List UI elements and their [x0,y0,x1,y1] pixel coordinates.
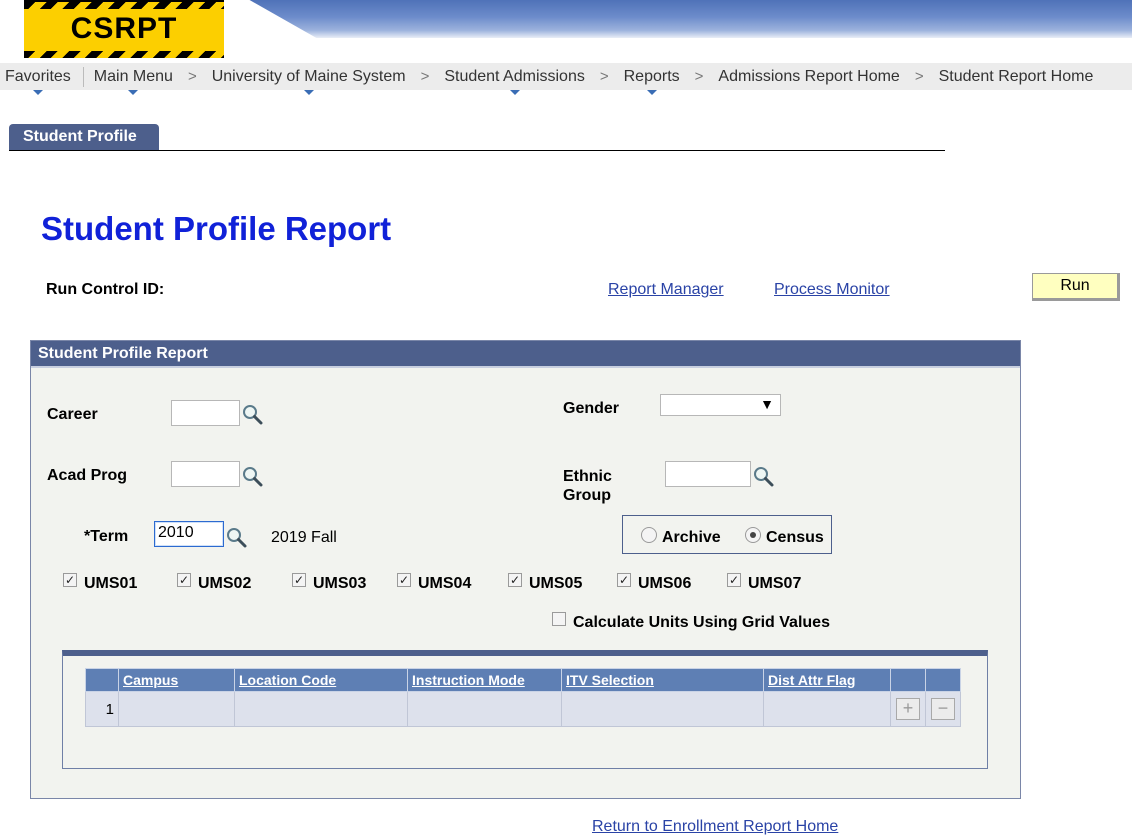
grid-header-instruction-mode[interactable]: Instruction Mode [407,668,562,692]
acad-prog-label: Acad Prog [47,467,128,484]
process-monitor-link[interactable]: Process Monitor [774,281,890,299]
gender-label: Gender [563,400,620,417]
hazard-stripe-bottom [24,51,224,58]
magnifier-icon[interactable] [226,527,248,549]
grid-header-campus[interactable]: Campus [118,668,235,692]
tab-student-profile[interactable]: Student Profile [9,124,159,151]
term-label: *Term [84,528,129,545]
breadcrumb-divider [82,66,84,87]
magnifier-icon[interactable] [242,404,264,426]
ums05-checkbox[interactable]: ✓ [508,573,522,587]
breadcrumb-student-report-home[interactable]: Student Report Home [939,68,1094,86]
grid-header-itv-selection[interactable]: ITV Selection [561,668,764,692]
breadcrumb-main-menu[interactable]: Main Menu [93,67,173,95]
breadcrumb-separator: > [187,68,197,85]
breadcrumb-label: University of Maine System [211,67,406,85]
ums03-checkbox[interactable]: ✓ [292,573,306,587]
grid-header-delete [925,668,961,692]
acad-prog-input[interactable] [171,461,240,487]
ums05-label: UMS05 [529,575,583,592]
breadcrumb-label: Student Admissions [444,67,585,85]
grid-cell-itv[interactable] [561,691,764,727]
plus-icon[interactable]: + [896,698,920,720]
ums06-label: UMS06 [638,575,692,592]
grid-cell-dist[interactable] [763,691,891,727]
ethnic-group-label: Ethnic Group [563,467,612,505]
return-enrollment-report-link[interactable]: Return to Enrollment Report Home [592,818,838,836]
chevron-down-icon [509,89,520,95]
ums07-label: UMS07 [748,575,802,592]
breadcrumb-label: Student Report Home [938,67,1094,85]
grid-cell-delete: − [925,691,961,727]
gender-select[interactable]: ▼ [660,394,781,416]
ums02-label: UMS02 [198,575,252,592]
minus-icon[interactable]: − [931,698,955,720]
grid-row-number: 1 [85,691,119,727]
ums06-checkbox[interactable]: ✓ [617,573,631,587]
census-label: Census [766,529,824,546]
run-control-label: Run Control ID: [46,281,165,298]
run-button[interactable]: Run [1032,273,1120,301]
ethnic-label-line1: Ethnic [563,468,612,485]
grid-cell-add: + [890,691,926,727]
breadcrumb-student-admissions[interactable]: Student Admissions [444,67,585,95]
magnifier-icon[interactable] [242,466,264,488]
grid-header-add [890,668,926,692]
breadcrumb-label: Main Menu [93,67,173,85]
career-label: Career [47,406,98,423]
career-input[interactable] [171,400,240,426]
breadcrumb-label: Admissions Report Home [718,67,900,85]
ums01-label: UMS01 [84,575,138,592]
calc-units-checkbox[interactable] [552,612,566,626]
archive-radio[interactable] [641,527,657,543]
environment-logo: CSRPT [24,0,224,58]
census-radio[interactable] [745,527,761,543]
grid-cell-location[interactable] [234,691,408,727]
chevron-down-icon [32,89,43,95]
breadcrumb: Favorites Main Menu > University of Main… [0,63,1132,95]
groupbox-title: Student Profile Report [31,341,1020,368]
grid-header-rownum [85,668,119,692]
magnifier-icon[interactable] [753,466,775,488]
breadcrumb-reports[interactable]: Reports [623,67,680,95]
chevron-down-icon: ▼ [760,396,774,412]
table-row: 1 + − [85,691,961,727]
ums07-checkbox[interactable]: ✓ [727,573,741,587]
breadcrumb-separator: > [694,68,704,85]
ums01-checkbox[interactable]: ✓ [63,573,77,587]
breadcrumb-separator: > [914,68,924,85]
logo-text: CSRPT [70,12,178,45]
breadcrumb-separator: > [420,68,430,85]
chevron-down-icon [128,89,139,95]
chevron-down-icon [646,89,657,95]
breadcrumb-separator: > [599,68,609,85]
grid-header-dist-attr-flag[interactable]: Dist Attr Flag [763,668,891,692]
hazard-stripe-top [24,2,224,9]
ethnic-label-line2: Group [563,487,611,504]
ums04-checkbox[interactable]: ✓ [397,573,411,587]
ums02-checkbox[interactable]: ✓ [177,573,191,587]
archive-label: Archive [662,529,721,546]
breadcrumb-label: Reports [623,67,680,85]
breadcrumb-favorites[interactable]: Favorites [5,67,71,95]
grid-cell-campus[interactable] [118,691,235,727]
report-manager-link[interactable]: Report Manager [608,281,724,299]
breadcrumb-admissions-report-home[interactable]: Admissions Report Home [718,68,899,86]
ums03-label: UMS03 [313,575,367,592]
header-banner-stripe [240,0,1132,38]
grid-header-row: Campus Location Code Instruction Mode IT… [85,668,961,692]
term-input[interactable]: 2010 [154,521,224,547]
tab-underline [9,150,945,151]
breadcrumb-university[interactable]: University of Maine System [211,67,406,95]
calc-units-label: Calculate Units Using Grid Values [573,614,830,631]
page-title: Student Profile Report [41,210,392,247]
term-description: 2019 Fall [271,529,337,546]
ums04-label: UMS04 [418,575,472,592]
chevron-down-icon [303,89,314,95]
grid-cell-mode[interactable] [407,691,562,727]
campus-grid: Campus Location Code Instruction Mode IT… [85,668,961,727]
grid-header-location-code[interactable]: Location Code [234,668,408,692]
ethnic-group-input[interactable] [665,461,751,487]
breadcrumb-label: Favorites [5,67,71,85]
